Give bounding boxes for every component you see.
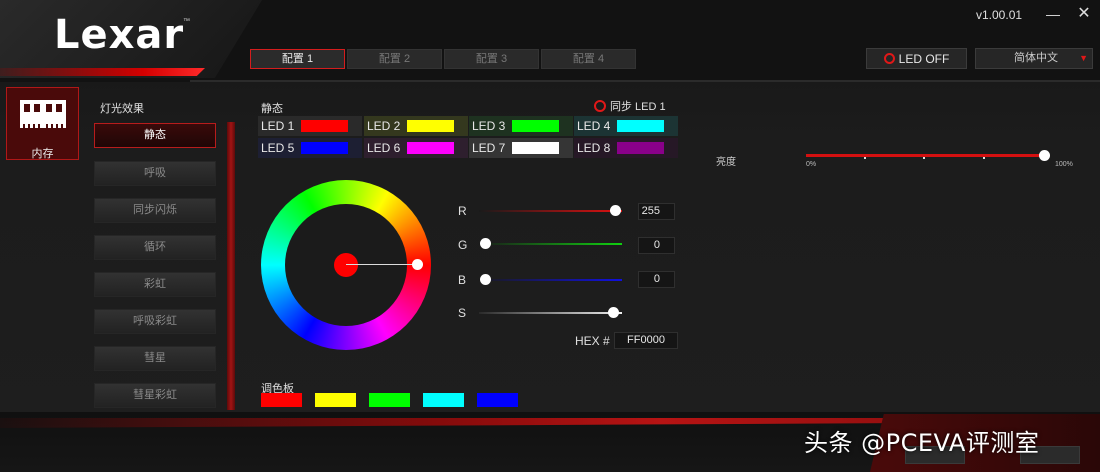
watermark: 头条 @PCEVA评测室 <box>804 429 1040 457</box>
led-3-cell[interactable]: LED 3 <box>469 116 573 136</box>
brightness-tick <box>923 157 925 159</box>
header-divider <box>190 80 1100 82</box>
version-label: v1.00.01 <box>976 8 1023 22</box>
led-label: LED 5 <box>261 141 295 155</box>
led-off-button[interactable]: LED OFF <box>866 48 967 69</box>
b-value-input[interactable]: 0 <box>638 271 675 288</box>
led-1-swatch <box>301 120 348 132</box>
led-6-cell[interactable]: LED 6 <box>364 138 468 158</box>
effect-cycle[interactable]: 循环 <box>94 235 216 260</box>
tab-profile-4[interactable]: 配置 4 <box>541 49 636 69</box>
effect-static[interactable]: 静态 <box>94 123 216 148</box>
hex-label: HEX # <box>575 334 610 348</box>
profile-tabs: 配置 1 配置 2 配置 3 配置 4 <box>250 49 636 69</box>
led-label: LED 4 <box>577 119 611 133</box>
b-slider-track[interactable] <box>479 279 622 281</box>
led-2-cell[interactable]: LED 2 <box>364 116 468 136</box>
effects-title: 灯光效果 <box>100 103 144 115</box>
led-4-cell[interactable]: LED 4 <box>574 116 678 136</box>
led-7-swatch <box>512 142 559 154</box>
selected-color-preview <box>334 253 358 277</box>
dropdown-arrow-icon: ▼ <box>1079 53 1088 63</box>
red-accent-streak <box>0 68 205 76</box>
s-slider-track[interactable] <box>479 312 622 314</box>
close-icon[interactable]: ✕ <box>1076 6 1092 22</box>
brightness-max-label: 100% <box>1055 161 1073 168</box>
palette-swatch-1[interactable] <box>261 393 302 407</box>
palette-swatch-3[interactable] <box>369 393 410 407</box>
led-7-cell[interactable]: LED 7 <box>469 138 573 158</box>
sync-led1-toggle[interactable]: 同步 LED 1 <box>594 98 666 114</box>
led-label: LED 2 <box>367 119 401 133</box>
brightness-slider-track[interactable] <box>806 154 1044 157</box>
led-3-swatch <box>512 120 559 132</box>
palette-swatch-4[interactable] <box>423 393 464 407</box>
led-label: LED 8 <box>577 141 611 155</box>
led-label: LED 1 <box>261 119 295 133</box>
led-label: LED 3 <box>472 119 506 133</box>
brightness-label: 亮度 <box>716 157 736 168</box>
led-5-swatch <box>301 142 348 154</box>
g-label: G <box>458 238 468 252</box>
header: Lexar ™ v1.00.01 — ✕ 配置 1 配置 2 配置 3 配置 4… <box>0 0 1100 82</box>
effect-sync-flash[interactable]: 同步闪烁 <box>94 198 216 223</box>
brightness-min-label: 0% <box>806 161 817 168</box>
led-6-swatch <box>407 142 454 154</box>
hex-input[interactable]: FF0000 <box>614 332 678 349</box>
led-label: LED 7 <box>472 141 506 155</box>
device-label: 内存 <box>31 148 54 160</box>
effect-comet[interactable]: 彗星 <box>94 346 216 371</box>
g-value-input[interactable]: 0 <box>638 237 675 254</box>
language-select[interactable]: 简体中文 ▼ <box>975 48 1093 69</box>
g-slider-handle[interactable] <box>480 238 491 249</box>
device-memory-button[interactable]: 内存 <box>6 87 79 160</box>
g-slider-track[interactable] <box>479 243 622 245</box>
effect-comet-rainbow[interactable]: 彗星彩虹 <box>94 383 216 408</box>
static-title: 静态 <box>261 103 283 115</box>
minimize-icon[interactable]: — <box>1045 6 1061 22</box>
tab-profile-2[interactable]: 配置 2 <box>347 49 442 69</box>
sync-label: 同步 LED 1 <box>610 101 666 113</box>
r-slider-track[interactable] <box>479 210 622 212</box>
lexar-logo: Lexar <box>54 12 185 58</box>
tab-profile-3[interactable]: 配置 3 <box>444 49 539 69</box>
radio-ring-icon <box>594 100 606 112</box>
led-8-cell[interactable]: LED 8 <box>574 138 678 158</box>
ram-module-icon <box>20 100 66 128</box>
led-2-swatch <box>407 120 454 132</box>
led-8-swatch <box>617 142 664 154</box>
led-1-cell[interactable]: LED 1 <box>258 116 362 136</box>
led-4-swatch <box>617 120 664 132</box>
effect-rainbow[interactable]: 彩虹 <box>94 272 216 297</box>
language-value: 简体中文 <box>1014 52 1058 64</box>
s-label: S <box>458 306 467 320</box>
effect-breathing-rainbow[interactable]: 呼吸彩虹 <box>94 309 216 334</box>
brightness-slider-handle[interactable] <box>1039 150 1050 161</box>
b-label: B <box>458 273 467 287</box>
tab-profile-1[interactable]: 配置 1 <box>250 49 345 69</box>
r-slider-handle[interactable] <box>610 205 621 216</box>
r-value-input[interactable]: 255 <box>638 203 675 220</box>
effect-breathing[interactable]: 呼吸 <box>94 161 216 186</box>
led-label: LED 6 <box>367 141 401 155</box>
power-ring-icon <box>883 53 895 64</box>
brightness-tick <box>864 157 866 159</box>
color-wheel-indicator-line <box>346 264 418 265</box>
color-wheel-handle[interactable] <box>412 259 423 270</box>
led-off-label: LED OFF <box>898 51 950 66</box>
r-label: R <box>458 204 467 218</box>
led-5-cell[interactable]: LED 5 <box>258 138 362 158</box>
palette-swatch-2[interactable] <box>315 393 356 407</box>
b-slider-handle[interactable] <box>480 274 491 285</box>
trademark: ™ <box>183 18 190 25</box>
palette-swatch-5[interactable] <box>477 393 518 407</box>
s-slider-handle[interactable] <box>608 307 619 318</box>
effects-scrollbar-thumb[interactable] <box>227 122 235 410</box>
lexar-rgb-app: Lexar ™ v1.00.01 — ✕ 配置 1 配置 2 配置 3 配置 4… <box>0 0 1100 472</box>
brightness-tick <box>983 157 985 159</box>
